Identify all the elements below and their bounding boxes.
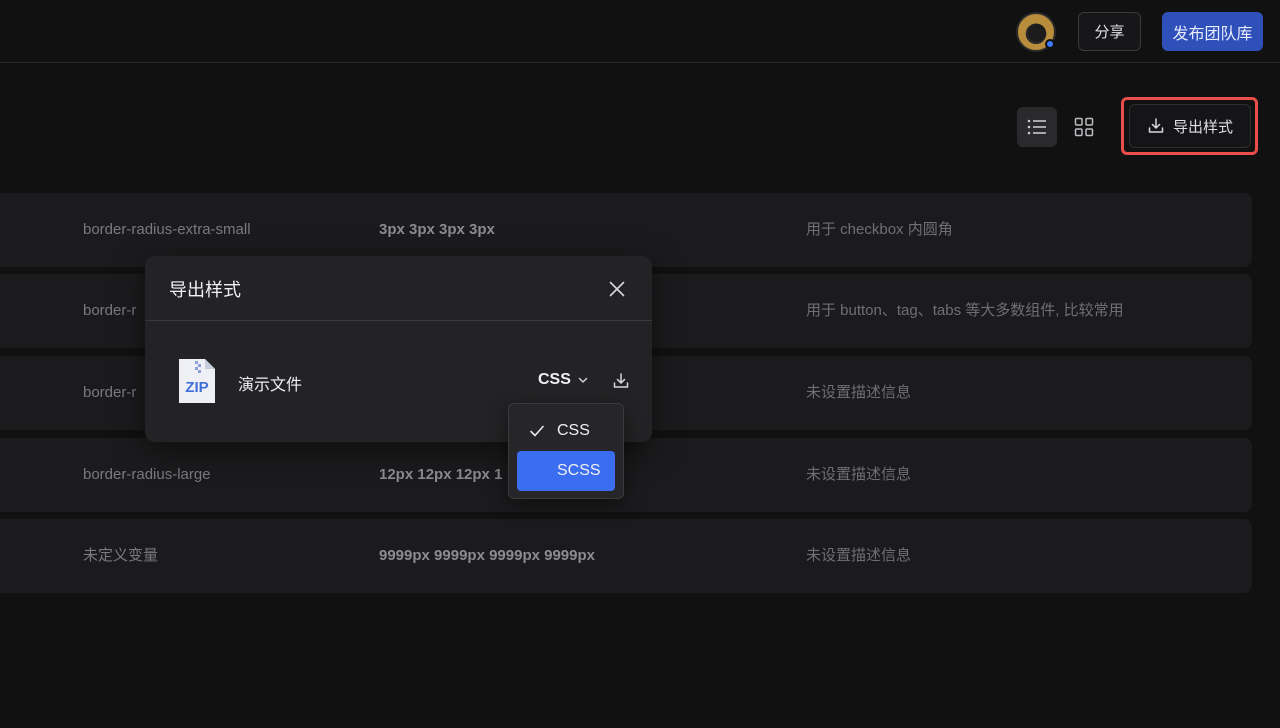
format-dropdown-menu: CSS SCSS (508, 403, 624, 499)
export-styles-label: 导出样式 (1172, 118, 1233, 136)
top-header: 分享 发布团队库 (0, 0, 1280, 63)
token-description: 用于 button、tag、tabs 等大多数组件, 比较常用 (806, 302, 1124, 319)
download-icon (1148, 118, 1164, 133)
publish-team-library-button[interactable]: 发布团队库 (1162, 12, 1263, 51)
download-file-icon[interactable] (612, 372, 630, 390)
zip-file-icon: ZIP (179, 359, 215, 403)
zip-label: ZIP (185, 379, 208, 396)
grid-view-button[interactable] (1064, 107, 1104, 147)
format-option-scss[interactable]: SCSS (517, 451, 615, 491)
format-option-css[interactable]: CSS (517, 411, 615, 451)
check-icon (530, 425, 544, 437)
online-status-dot (1045, 39, 1055, 49)
chevron-down-icon (578, 377, 588, 383)
token-name: border-radius-large (83, 466, 211, 483)
export-styles-button[interactable]: 导出样式 (1129, 104, 1251, 148)
table-row[interactable]: border-radius-large 12px 12px 12px 1 未设置… (0, 438, 1252, 512)
token-name: border-r (83, 302, 137, 319)
file-name: 演示文件 (238, 377, 303, 394)
token-name: 未定义变量 (83, 547, 159, 564)
token-value: 9999px 9999px 9999px 9999px (379, 547, 595, 564)
close-icon (609, 281, 625, 297)
list-view-button[interactable] (1017, 107, 1057, 147)
format-selected-value: CSS (538, 371, 571, 388)
format-select[interactable]: CSS (538, 371, 589, 389)
grid-icon (1074, 117, 1094, 137)
dialog-divider (145, 320, 652, 321)
token-name: border-r (83, 384, 137, 401)
format-option-label: CSS (557, 422, 590, 439)
token-description: 用于 checkbox 内圆角 (806, 221, 953, 238)
token-description: 未设置描述信息 (806, 547, 912, 564)
dialog-title: 导出样式 (169, 280, 241, 300)
share-button[interactable]: 分享 (1078, 12, 1141, 51)
format-option-label: SCSS (557, 462, 601, 479)
token-description: 未设置描述信息 (806, 384, 912, 401)
list-icon (1027, 119, 1046, 135)
close-button[interactable] (605, 277, 629, 301)
token-description: 未设置描述信息 (806, 466, 912, 483)
token-value: 12px 12px 12px 1 (379, 466, 503, 483)
avatar-image (1028, 24, 1046, 42)
user-avatar[interactable] (1016, 12, 1056, 52)
table-row[interactable]: 未定义变量 9999px 9999px 9999px 9999px 未设置描述信… (0, 519, 1252, 593)
